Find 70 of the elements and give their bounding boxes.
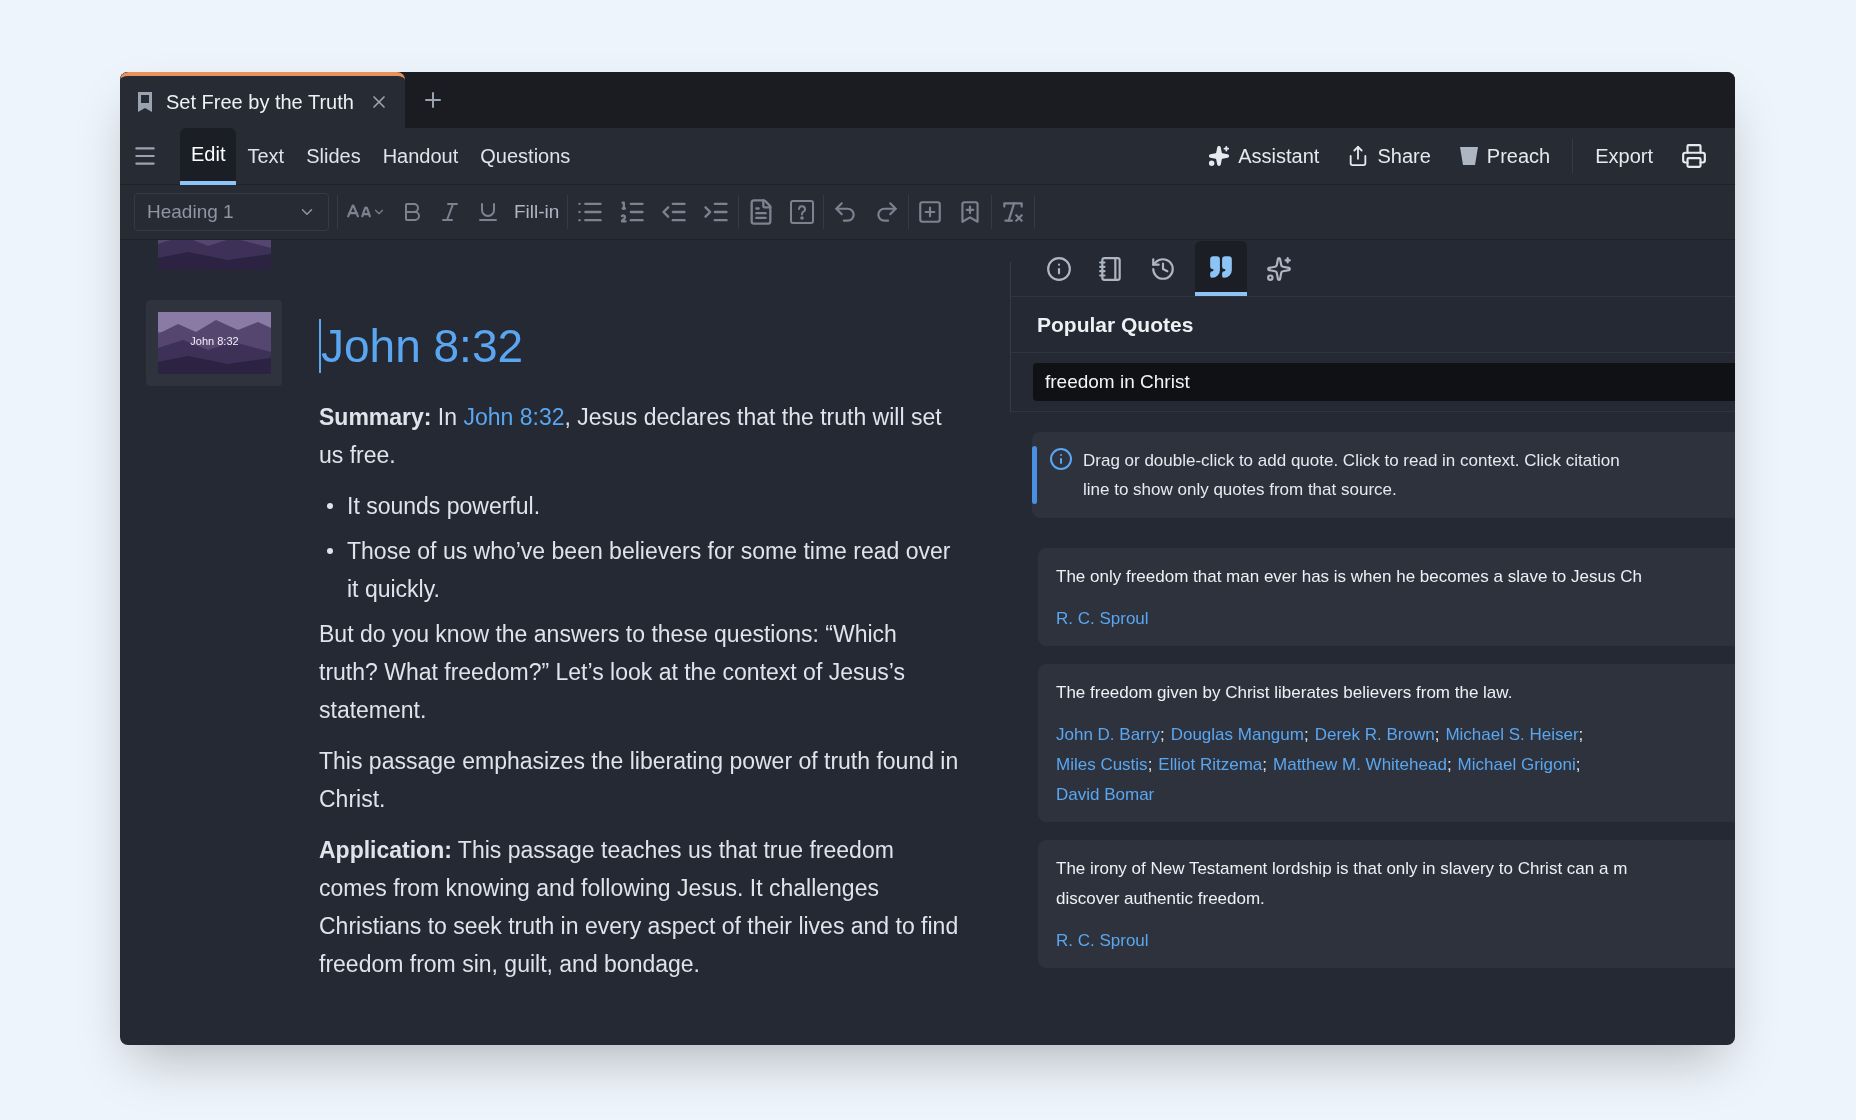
history-icon [1150, 255, 1176, 282]
quote-card[interactable] [1038, 664, 1735, 822]
text-cursor [319, 319, 321, 373]
bullet-icon [327, 503, 333, 509]
quote-card[interactable]: The irony of New Testament lordship is that only in slavery to Christ can a m discover authentic freedom. R. C. Sproul [1038, 840, 1735, 968]
sparkle-icon [1208, 145, 1231, 167]
slide-thumbnail[interactable]: John 8:32 [146, 300, 282, 386]
author-link[interactable]: R. C. Sproul [1056, 926, 1149, 956]
separator: ; [1147, 754, 1153, 776]
bullet-icon [327, 548, 333, 554]
paragraph: Application: This passage teaches us that true freedom comes from knowing and following Jesus. It challenges Christians to seek truth in every aspect of their lives and to find freedom from sin, guilt, and bondage. [319, 836, 960, 979]
fill-in-button[interactable]: Fill-in [514, 197, 560, 227]
heading: John 8:32 [321, 319, 524, 374]
print-icon [1681, 143, 1707, 169]
paragraph: This passage emphasizes the liberating power of truth found in Christ. [319, 747, 960, 814]
quote-icon [1208, 253, 1234, 280]
info-text: Drag or double-click to add quote. Click to read in context. Click citation line to show only quotes from that source. [1083, 450, 1620, 501]
separator: ; [1159, 724, 1165, 746]
preach-button[interactable]: Preach [1444, 141, 1565, 171]
quote-card[interactable]: The only freedom that man ever has is when he becomes a slave to Jesus Ch R. C. Sproul [1038, 548, 1735, 646]
separator: ; [1446, 754, 1452, 776]
quote-text: The irony of New Testament lordship is that only in slavery to Christ can a m discover authentic freedom. [1056, 858, 1629, 910]
assistant-button[interactable]: Assistant [1194, 141, 1334, 171]
author-link[interactable]: David Bomar [1056, 780, 1155, 810]
sparkle-icon [1266, 255, 1292, 282]
paragraph: But do you know the answers to these questions: “Which truth? What freedom?” Let’s look at the context of Jesus’s statement. [319, 620, 906, 725]
quote-text: The only freedom that man ever has is when he becomes a slave to Jesus Ch [1056, 566, 1643, 588]
menu-tab[interactable]: Handout [371, 127, 470, 185]
underline-button[interactable] [476, 200, 500, 224]
info-icon [1046, 255, 1072, 282]
author-link[interactable]: Derek R. Brown [1314, 720, 1435, 750]
author-link[interactable]: Elliot Ritzema [1158, 750, 1263, 780]
podium-icon [1458, 145, 1479, 167]
share-button[interactable]: Share [1333, 141, 1445, 171]
paragraph: Summary: In John 8:32, Jesus declares that the truth will set us free. [319, 403, 943, 470]
bold-label: Application: [319, 837, 452, 863]
tab-title: Set Free by the Truth [166, 90, 354, 115]
author-link[interactable]: Douglas Mangum [1170, 720, 1304, 750]
separator: ; [1262, 754, 1267, 776]
notebook-icon [1098, 255, 1124, 282]
panel-tab[interactable] [1195, 241, 1247, 296]
list-item: It sounds powerful. [347, 492, 541, 521]
panel-title: Popular Quotes [1037, 311, 1194, 338]
author-link[interactable]: Michael S. Heiser [1445, 720, 1579, 750]
style-select[interactable]: Heading 1 [134, 193, 329, 231]
author-link[interactable]: Matthew M. Whitehead [1273, 750, 1447, 780]
menu-tab[interactable]: Edit [180, 127, 237, 185]
question-box-icon [789, 199, 816, 225]
slide-label: John 8:32 [189, 334, 240, 349]
author-link[interactable]: Miles Custis [1056, 750, 1148, 780]
document-tab[interactable]: Set Free by the Truth [120, 72, 405, 128]
author-link[interactable]: R. C. Sproul [1056, 604, 1149, 634]
menu-tab[interactable]: Text [236, 127, 296, 185]
info-icon [1049, 447, 1073, 471]
export-button[interactable]: Export [1581, 141, 1667, 171]
list-item: Those of us who’ve been believers for some time read over it quickly. [347, 537, 952, 604]
menu-tab[interactable]: Slides [295, 127, 372, 185]
add-frame-button[interactable] [917, 199, 944, 225]
menu-tab[interactable]: Questions [469, 127, 582, 185]
bold-label: Summary: [319, 404, 432, 430]
search-field[interactable]: freedom in Christ [1033, 363, 1735, 401]
document-icon [136, 91, 154, 113]
separator: ; [1578, 724, 1584, 746]
author-link[interactable]: Michael Grigoni [1457, 750, 1576, 780]
separator: ; [1575, 754, 1581, 776]
quote-text: The freedom given by Christ liberates believers from the law. [1056, 682, 1514, 704]
separator: ; [1434, 724, 1440, 746]
scripture-link[interactable]: John 8:32 [463, 404, 565, 430]
author-link[interactable]: John D. Barry [1056, 720, 1160, 750]
separator: ; [1303, 724, 1309, 746]
